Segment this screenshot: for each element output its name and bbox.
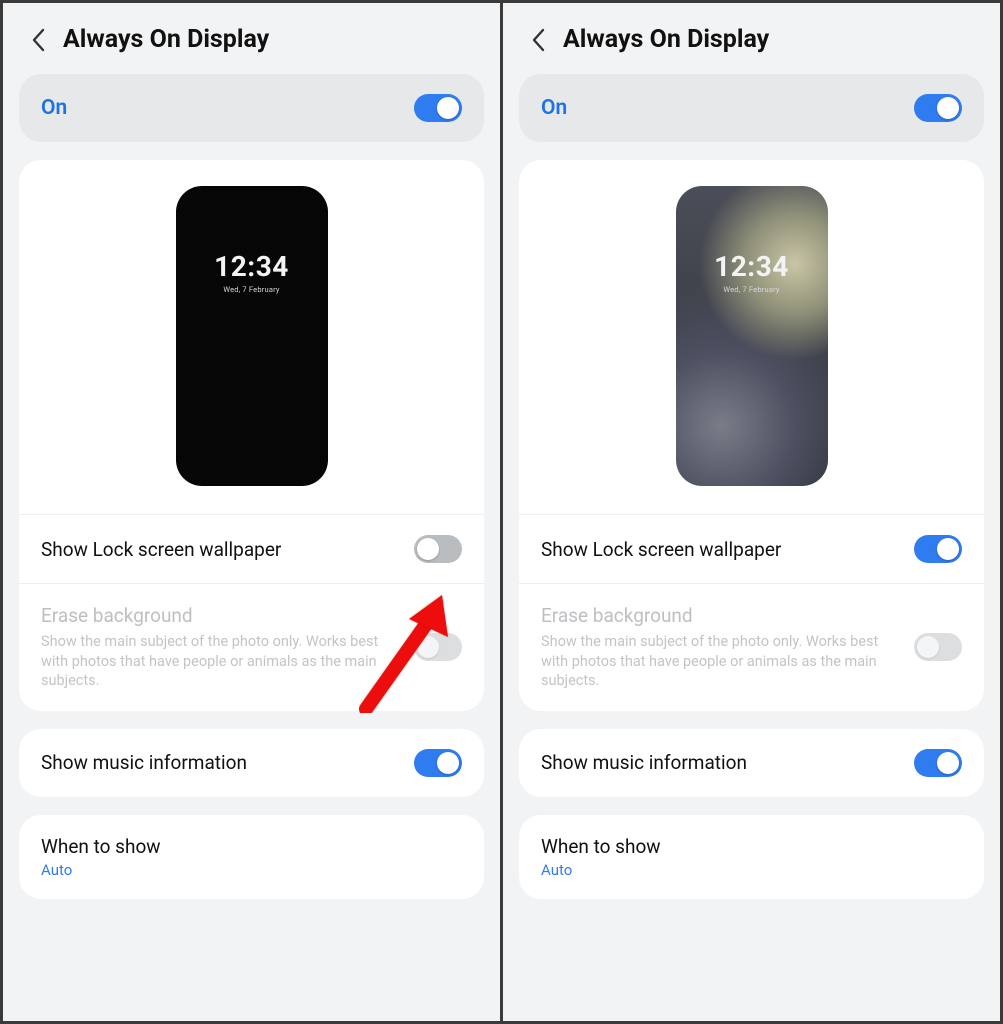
music-info-row[interactable]: Show music information: [519, 729, 984, 797]
music-info-row[interactable]: Show music information: [19, 729, 484, 797]
aod-preview[interactable]: 12:34 Wed, 7 February: [19, 160, 484, 515]
when-to-show-value: Auto: [541, 861, 962, 879]
header: Always On Display: [3, 3, 500, 74]
chevron-left-icon: [531, 28, 545, 52]
master-toggle-label: On: [541, 96, 567, 120]
show-wallpaper-label: Show Lock screen wallpaper: [41, 538, 400, 561]
erase-background-desc: Show the main subject of the photo only.…: [541, 632, 891, 691]
master-toggle-row[interactable]: On: [519, 74, 984, 142]
music-info-toggle[interactable]: [914, 749, 962, 777]
when-card: When to show Auto: [519, 815, 984, 899]
when-to-show-value: Auto: [41, 861, 462, 879]
show-wallpaper-row[interactable]: Show Lock screen wallpaper: [519, 515, 984, 583]
phone-preview: 12:34 Wed, 7 February: [176, 186, 328, 486]
show-wallpaper-toggle[interactable]: [914, 535, 962, 563]
music-card: Show music information: [19, 729, 484, 797]
when-to-show-row[interactable]: When to show Auto: [519, 815, 984, 899]
master-toggle-label: On: [41, 96, 67, 120]
page-title: Always On Display: [63, 25, 269, 54]
erase-background-toggle: [414, 633, 462, 661]
music-info-label: Show music information: [541, 751, 747, 774]
back-button[interactable]: [531, 28, 545, 52]
show-wallpaper-toggle[interactable]: [414, 535, 462, 563]
music-card: Show music information: [519, 729, 984, 797]
show-wallpaper-label: Show Lock screen wallpaper: [541, 538, 900, 561]
erase-background-row: Erase background Show the main subject o…: [19, 583, 484, 711]
settings-pane-right: Always On Display On 12:34 Wed, 7 Februa…: [503, 3, 1000, 1021]
preview-date: Wed, 7 February: [223, 285, 279, 294]
back-button[interactable]: [31, 28, 45, 52]
erase-background-row: Erase background Show the main subject o…: [519, 583, 984, 711]
when-to-show-label: When to show: [41, 835, 462, 858]
page-title: Always On Display: [563, 25, 769, 54]
show-wallpaper-row[interactable]: Show Lock screen wallpaper: [19, 515, 484, 583]
preview-date: Wed, 7 February: [723, 285, 779, 294]
erase-background-toggle: [914, 633, 962, 661]
master-toggle[interactable]: [914, 94, 962, 122]
aod-preview[interactable]: 12:34 Wed, 7 February: [519, 160, 984, 515]
preview-card: 12:34 Wed, 7 February Show Lock screen w…: [519, 160, 984, 711]
music-info-toggle[interactable]: [414, 749, 462, 777]
erase-background-label: Erase background: [541, 604, 900, 627]
master-toggle[interactable]: [414, 94, 462, 122]
erase-background-desc: Show the main subject of the photo only.…: [41, 632, 391, 691]
preview-time: 12:34: [214, 250, 289, 283]
phone-preview: 12:34 Wed, 7 February: [676, 186, 828, 486]
music-info-label: Show music information: [41, 751, 247, 774]
chevron-left-icon: [31, 28, 45, 52]
preview-card: 12:34 Wed, 7 February Show Lock screen w…: [19, 160, 484, 711]
header: Always On Display: [503, 3, 1000, 74]
master-toggle-row[interactable]: On: [19, 74, 484, 142]
when-card: When to show Auto: [19, 815, 484, 899]
settings-pane-left: Always On Display On 12:34 Wed, 7 Februa…: [3, 3, 500, 1021]
when-to-show-row[interactable]: When to show Auto: [19, 815, 484, 899]
when-to-show-label: When to show: [541, 835, 962, 858]
preview-time: 12:34: [714, 250, 789, 283]
erase-background-label: Erase background: [41, 604, 400, 627]
